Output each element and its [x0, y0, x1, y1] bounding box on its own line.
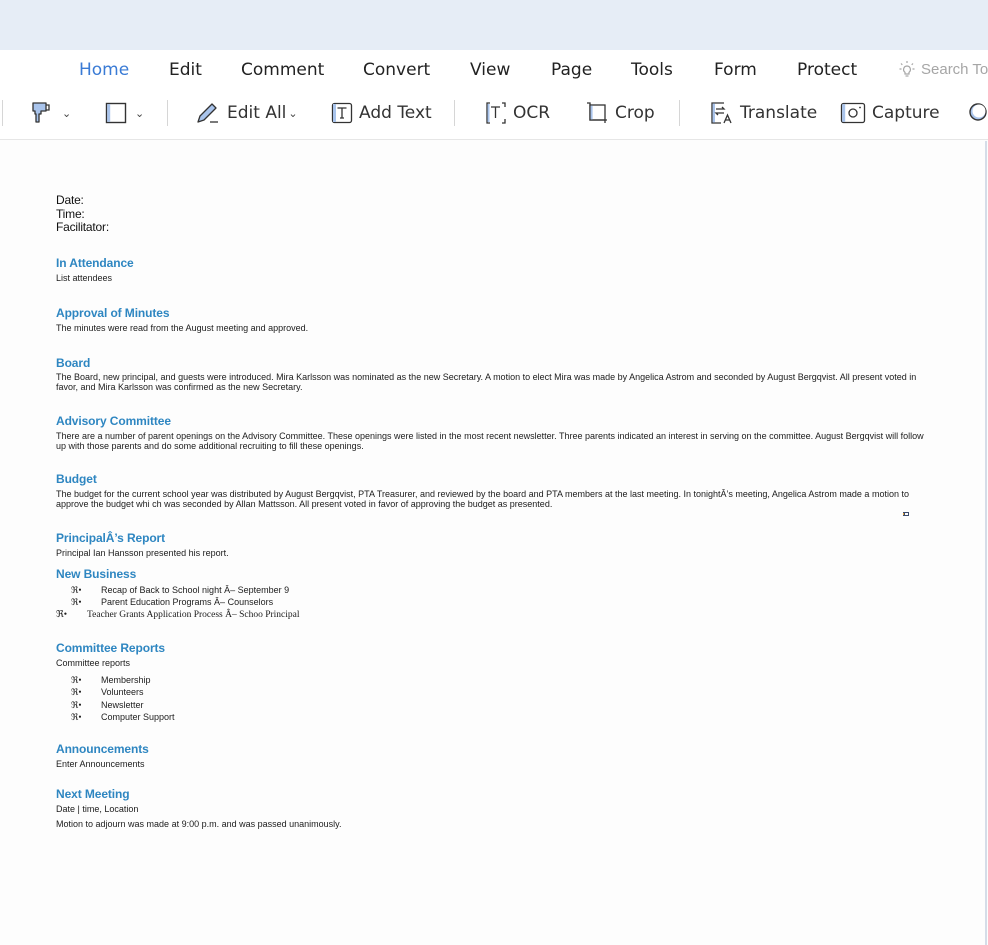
add-text-label: Add Text	[359, 103, 432, 123]
heading-new-business: New Business	[56, 567, 137, 581]
bullet-icon: ℜ•	[71, 597, 82, 608]
tab-tools[interactable]: Tools	[631, 60, 673, 80]
capture-button[interactable]: Capture	[840, 100, 940, 126]
heading-next-meeting: Next Meeting	[56, 786, 130, 801]
search-tools-label: Search To	[921, 60, 988, 78]
heading-announcements: Announcements	[56, 742, 149, 757]
bullet-icon: ℜ•	[71, 585, 82, 595]
edit-all-button[interactable]: Edit All ⌄	[195, 100, 298, 126]
translate-button[interactable]: Translate	[710, 100, 817, 126]
search-icon	[969, 103, 987, 121]
adjourn-text: Motion to adjourn was made at 9:00 p.m. …	[56, 819, 342, 830]
toolbar-separator	[454, 100, 455, 126]
crop-icon	[587, 102, 607, 123]
tab-view[interactable]: View	[470, 60, 510, 80]
bullet-icon: ℜ•	[56, 609, 68, 620]
toolbar: ⌄ ⌄ Edit All ⌄ Add Text OCR Crop Transla…	[0, 90, 988, 140]
search-tools-box[interactable]: Search To	[898, 60, 988, 78]
embedded-object-icon	[903, 512, 909, 516]
bullet-icon: ℜ•	[71, 674, 82, 685]
add-text-icon	[331, 102, 353, 124]
ocr-label: OCR	[513, 103, 551, 123]
title-bar	[0, 0, 988, 50]
add-text-button[interactable]: Add Text	[331, 100, 432, 126]
board-text: The Board, new principal, and guests wer…	[56, 371, 917, 393]
camera-icon	[840, 102, 866, 124]
committee-text: Committee reports	[56, 658, 131, 669]
menu-bar: Home Edit Comment Convert View Page Tool…	[0, 50, 988, 94]
ocr-icon	[486, 102, 506, 124]
capture-label: Capture	[872, 103, 940, 123]
page-edge	[985, 141, 987, 945]
shape-button[interactable]: ⌄	[105, 100, 144, 126]
heading-board: Board	[56, 355, 91, 370]
tab-home[interactable]: Home	[75, 60, 133, 94]
bullet-icon: ℜ•	[71, 687, 82, 698]
heading-budget: Budget	[56, 471, 97, 486]
tab-edit[interactable]: Edit	[169, 60, 202, 80]
tab-page[interactable]: Page	[551, 60, 592, 80]
list-item: ℜ• Computer Support	[71, 711, 175, 722]
tab-protect[interactable]: Protect	[797, 60, 857, 80]
list-item: ℜ• Parent Education Programs Â– Counselor…	[71, 597, 274, 608]
meta-facilitator: Facilitator:	[56, 220, 109, 234]
attendance-text: List attendees	[56, 272, 113, 283]
rectangle-icon	[105, 102, 127, 124]
principal-text: Principal Ian Hansson presented his repo…	[56, 547, 229, 558]
toolbar-separator	[679, 100, 680, 126]
translate-icon	[711, 102, 732, 124]
heading-in-attendance: In Attendance	[56, 255, 134, 270]
chevron-down-icon: ⌄	[288, 106, 298, 120]
document-page: Date: Time: Facilitator: In Attendance L…	[0, 141, 985, 945]
tab-form[interactable]: Form	[714, 60, 757, 80]
crop-label: Crop	[615, 103, 655, 123]
ocr-button[interactable]: OCR	[485, 100, 550, 126]
toolbar-separator	[2, 100, 3, 126]
translate-label: Translate	[740, 103, 818, 123]
meta-date: Date:	[56, 193, 84, 207]
search-button[interactable]	[968, 100, 988, 126]
heading-committee-reports: Committee Reports	[56, 641, 165, 656]
format-painter-icon	[32, 102, 50, 123]
heading-principals-report: PrincipalÂ’s Report	[56, 530, 166, 545]
announcements-text: Enter Announcements	[56, 759, 145, 770]
chevron-down-icon: ⌄	[135, 106, 145, 120]
list-item: ℜ• Teacher Grants Application Process Â– …	[56, 609, 300, 620]
list-item: ℜ• Newsletter	[71, 699, 144, 710]
list-item: ℜ• Membership	[71, 674, 151, 685]
toolbar-separator	[167, 100, 168, 126]
format-painter-button[interactable]: ⌄	[30, 100, 71, 126]
heading-approval-of-minutes: Approval of Minutes	[56, 306, 170, 320]
edit-pencil-icon	[197, 103, 218, 123]
minutes-text: The minutes were read from the August me…	[56, 323, 309, 333]
document-content: Date: Time: Facilitator: In Attendance L…	[56, 193, 926, 830]
list-item: ℜ• Recap of Back to School night Â– Septe…	[71, 585, 290, 595]
meta-time: Time:	[56, 206, 85, 221]
bullet-icon: ℜ•	[71, 699, 82, 710]
crop-button[interactable]: Crop	[585, 100, 655, 126]
tab-convert[interactable]: Convert	[363, 60, 430, 80]
edit-all-label: Edit All	[227, 103, 287, 123]
advisory-text: There are a number of parent openings on…	[56, 430, 924, 452]
next-meeting-text: Date | time, Location	[56, 803, 139, 814]
list-item: ℜ• Volunteers	[71, 687, 144, 698]
lightbulb-icon	[899, 61, 915, 77]
tab-comment[interactable]: Comment	[241, 60, 324, 80]
budget-text: The budget for the current school year w…	[56, 488, 909, 510]
chevron-down-icon: ⌄	[62, 106, 72, 120]
heading-advisory-committee: Advisory Committee	[56, 413, 171, 428]
bullet-icon: ℜ•	[71, 711, 82, 722]
